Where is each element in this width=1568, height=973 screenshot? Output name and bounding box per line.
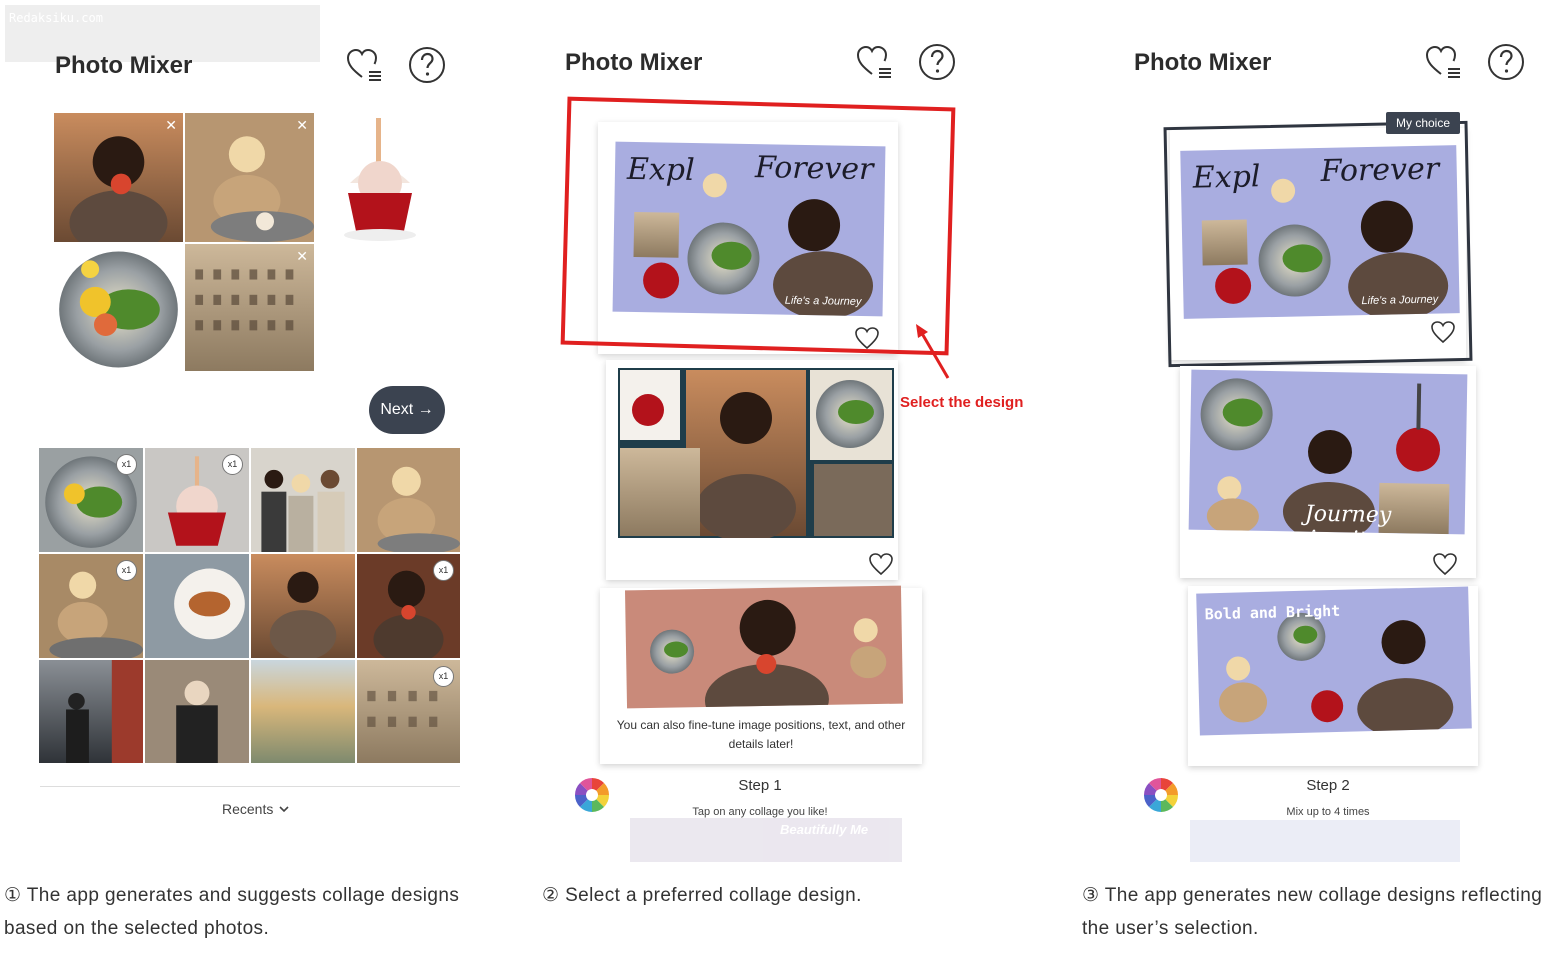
favorites-icon[interactable] [1424,43,1462,81]
gallery-photo[interactable] [357,448,460,552]
gallery-photo[interactable] [145,660,249,763]
collage-card-peek: Beautifully Me [630,818,902,862]
selection-count-badge: x1 [116,560,137,581]
selected-photo-cupcake[interactable] [330,113,430,243]
annotation-arrow-icon [916,324,950,379]
peek-text: Beautifully Me [780,822,869,837]
gallery-photo[interactable] [251,660,355,763]
recents-dropdown[interactable]: Recents [222,801,289,817]
annotation-label: Select the design [900,394,1024,411]
collage-image [618,368,894,538]
chosen-highlight [1163,120,1473,368]
color-wheel-icon[interactable] [573,776,611,814]
selected-photo-buildings[interactable]: ✕ [185,244,314,371]
remove-photo-icon[interactable]: ✕ [296,249,308,263]
panel-new-designs: Photo Mixer Expl Forever Life's a Journe… [1080,0,1568,939]
gallery-photo[interactable]: x1 [39,448,143,552]
favorites-icon[interactable] [855,43,893,81]
gallery-photo[interactable]: x1 [357,660,460,763]
help-icon[interactable] [1487,43,1525,81]
collage-card-2[interactable] [606,360,898,580]
selection-count-badge: x1 [116,454,137,475]
gallery-photo[interactable]: x1 [357,554,460,658]
step-title: Step 2 [1306,777,1350,794]
caption-step-3: ③ The app generates new collage designs … [1082,885,1543,939]
gallery-photo[interactable] [251,448,355,552]
collage-image: Bold and Bright [1196,586,1472,736]
divider [40,786,460,787]
gallery-photo[interactable] [251,554,355,658]
app-title: Photo Mixer [1134,49,1272,76]
favorites-icon[interactable] [345,46,383,84]
collage-card-3[interactable]: Bold and Bright [1188,586,1478,766]
caption-step-1: ① The app generates and suggests collage… [4,885,460,939]
collage-image: Journey Awaits [1188,369,1468,535]
help-icon[interactable] [408,46,446,84]
tip-text: You can also fine-tune image positions, … [616,718,906,751]
collage-card-2[interactable]: Journey Awaits [1180,366,1476,578]
collage-image [624,585,904,709]
gallery-photo[interactable]: x1 [145,448,249,552]
gallery-photo[interactable] [145,554,249,658]
help-icon[interactable] [918,43,956,81]
selection-count-badge: x1 [222,454,243,475]
next-button[interactable]: Next → [369,386,445,434]
heart-icon[interactable] [868,552,894,576]
step-title: Step 1 [738,777,782,794]
my-choice-badge: My choice [1386,112,1461,134]
collage-title: Bold and Bright [1204,601,1341,624]
app-title: Photo Mixer [55,52,193,79]
caption-step-2: ② Select a preferred collage design. [542,885,862,906]
selection-highlight [560,96,956,356]
collage-card-peek [1190,820,1460,862]
selected-photo-cafe-woman[interactable]: ✕ [185,113,314,242]
selection-count-badge: x1 [433,560,454,581]
step-subtitle: Tap on any collage you like! [692,806,828,818]
remove-photo-icon[interactable]: ✕ [296,118,308,132]
chevron-down-icon [279,805,289,812]
color-wheel-icon[interactable] [1142,776,1180,814]
selection-count-badge: x1 [433,666,454,687]
app-title: Photo Mixer [565,49,703,76]
selected-photo-portrait[interactable]: ✕ [54,113,183,242]
gallery-photo[interactable] [39,660,143,763]
gallery-photo[interactable]: x1 [39,554,143,658]
collage-title: Journey Awaits [1304,501,1392,535]
heart-icon[interactable] [1432,552,1458,576]
panel-select-design: Photo Mixer Expl Forever Life's a Journe… [520,0,1060,906]
step-subtitle: Mix up to 4 times [1286,806,1370,818]
panel-photo-selection: Redaksiku.com Photo Mixer ✕ ✕ ✕ Next → x… [0,0,500,939]
remove-photo-icon[interactable]: ✕ [165,118,177,132]
collage-card-3[interactable]: You can also fine-tune image positions, … [600,585,922,764]
selected-photo-salad[interactable] [54,244,183,370]
